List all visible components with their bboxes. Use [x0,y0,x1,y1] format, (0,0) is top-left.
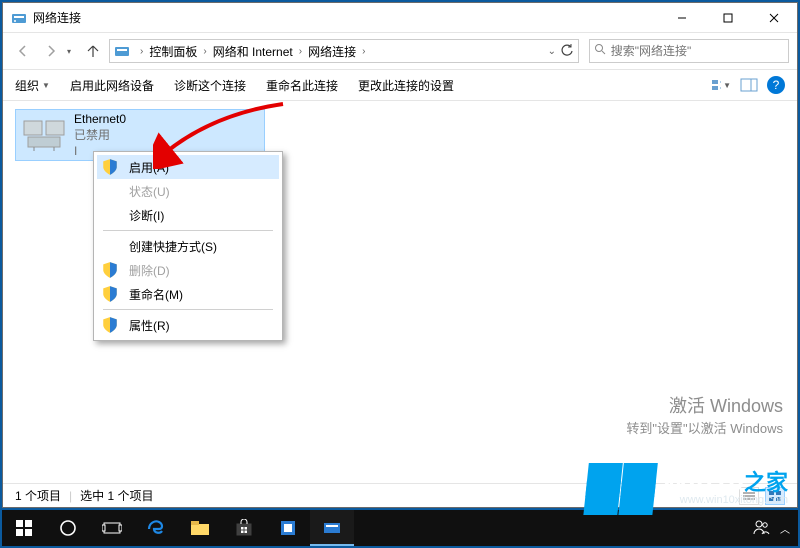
ctx-enable[interactable]: 启用(A) [97,155,279,179]
tray-chevron-up-icon[interactable]: ︿ [780,521,790,536]
refresh-icon[interactable] [560,43,574,60]
enable-device-button[interactable]: 启用此网络设备 [70,77,154,94]
address-right-controls: ⌄ [548,43,574,60]
dropdown-icon[interactable]: ⌄ [548,46,556,57]
command-toolbar: 组织▼ 启用此网络设备 诊断这个连接 重命名此连接 更改此连接的设置 ▼ ? [3,69,797,101]
store-icon[interactable] [222,510,266,546]
activation-watermark: 激活 Windows 转到"设置"以激活 Windows [626,392,783,437]
shield-icon [101,285,119,303]
breadcrumb-item[interactable]: 网络连接 [308,43,356,60]
organize-menu[interactable]: 组织▼ [15,77,50,94]
ctx-rename[interactable]: 重命名(M) [97,282,279,306]
breadcrumb-bar[interactable]: › 控制面板 › 网络和 Internet › 网络连接 › ⌄ [109,39,579,63]
content-area[interactable]: Ethernet0 已禁用 I 启用(A) 状态(U) 诊断(I) 创建快捷方式… [3,101,797,483]
ctx-delete: 删除(D) [97,258,279,282]
taskbar-app-icon[interactable] [266,510,310,546]
adapter-name: Ethernet0 [74,111,126,127]
overlay-url: www.win10xitong.com [680,494,788,506]
diagnose-button[interactable]: 诊断这个连接 [174,77,246,94]
file-explorer-icon[interactable] [178,510,222,546]
ctx-diagnose[interactable]: 诊断(I) [97,203,279,227]
back-button[interactable] [11,39,35,63]
close-button[interactable] [751,3,797,33]
chevron-right-icon[interactable]: › [356,46,371,57]
explorer-window: 网络连接 ▾ › 控制面板 › 网络和 Internet › 网络连接 › ⌄ [2,2,798,508]
chevron-right-icon[interactable]: › [197,46,212,57]
separator [103,230,273,231]
overlay-logo: Win10之家 [587,463,788,498]
breadcrumb-item[interactable]: 控制面板 [149,43,197,60]
preview-pane-icon[interactable] [739,75,759,95]
history-dropdown-icon[interactable]: ▾ [67,47,77,56]
network-connections-taskbar-icon[interactable] [310,510,354,546]
view-options-icon[interactable]: ▼ [711,75,731,95]
change-settings-button[interactable]: 更改此连接的设置 [358,77,454,94]
window-title: 网络连接 [33,9,659,26]
adapter-icon [22,115,66,155]
address-bar-row: ▾ › 控制面板 › 网络和 Internet › 网络连接 › ⌄ [3,33,797,69]
selected-count: 选中 1 个项目 [80,487,153,504]
cortana-icon[interactable] [46,510,90,546]
forward-button[interactable] [39,39,63,63]
shield-icon [101,261,119,279]
help-icon[interactable]: ? [767,76,785,94]
separator [103,309,273,310]
people-icon[interactable] [752,518,770,539]
window-controls [659,3,797,33]
edge-icon[interactable] [134,510,178,546]
ctx-shortcut[interactable]: 创建快捷方式(S) [97,234,279,258]
start-button[interactable] [2,510,46,546]
taskbar[interactable]: ︿ [2,510,798,546]
shield-icon [101,158,119,176]
adapter-status: 已禁用 [74,127,126,143]
chevron-right-icon[interactable]: › [293,46,308,57]
breadcrumb-item[interactable]: 网络和 Internet [213,43,293,60]
search-input[interactable] [611,44,784,58]
search-box[interactable] [589,39,789,63]
up-button[interactable] [81,39,105,63]
rename-button[interactable]: 重命名此连接 [266,77,338,94]
ctx-status: 状态(U) [97,179,279,203]
search-icon [594,42,607,60]
chevron-right-icon[interactable]: › [134,46,149,57]
breadcrumb-icon [114,43,130,59]
title-bar[interactable]: 网络连接 [3,3,797,33]
maximize-button[interactable] [705,3,751,33]
item-count: 1 个项目 [15,487,61,504]
shield-icon [101,316,119,334]
window-icon [11,10,27,26]
ctx-properties[interactable]: 属性(R) [97,313,279,337]
minimize-button[interactable] [659,3,705,33]
task-view-icon[interactable] [90,510,134,546]
context-menu: 启用(A) 状态(U) 诊断(I) 创建快捷方式(S) 删除(D) 重命名(M) [93,151,283,341]
